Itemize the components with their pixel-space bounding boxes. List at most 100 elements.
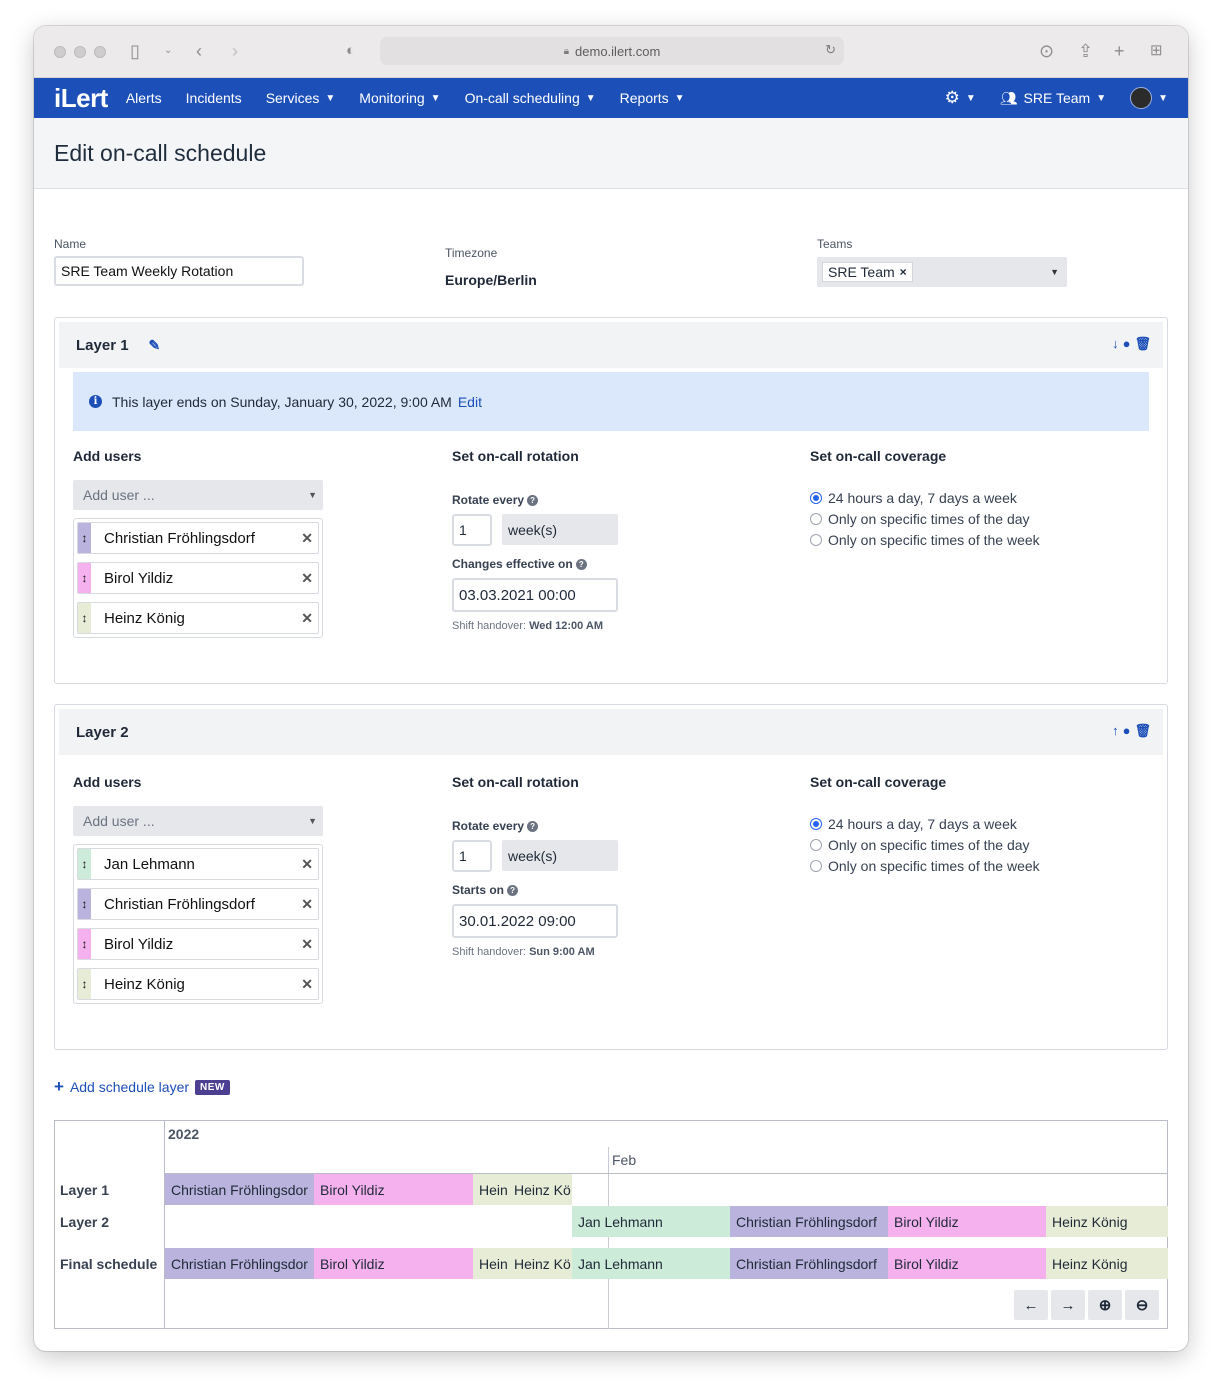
timeline-shift-layer1[interactable]: Hein	[473, 1174, 508, 1205]
coverage-option[interactable]: 24 hours a day, 7 days a week	[810, 490, 1017, 506]
user-menu[interactable]: ▼	[1130, 87, 1168, 109]
help-icon[interactable]: ?	[575, 558, 587, 570]
coverage-option[interactable]: 24 hours a day, 7 days a week	[810, 816, 1017, 832]
nav-monitoring[interactable]: Monitoring ▼	[359, 90, 440, 106]
team-tag-remove-icon[interactable]: ×	[900, 265, 907, 279]
zoom-in-button[interactable]: ⊕	[1088, 1290, 1122, 1320]
edit-end-link[interactable]: Edit	[458, 394, 482, 410]
timeline-shift-final[interactable]: Heinz Kö	[508, 1248, 572, 1279]
add-schedule-layer-link[interactable]: + Add schedule layer NEW	[54, 1077, 230, 1097]
rotate-every-input[interactable]: 1	[452, 840, 492, 872]
timeline-shift-final[interactable]: Heinz König	[1046, 1248, 1168, 1279]
minimize-window-button[interactable]	[74, 46, 86, 58]
user-row[interactable]: ↕ Heinz König ✕	[77, 968, 319, 1000]
previous-button[interactable]: ←	[1014, 1290, 1048, 1320]
teams-select[interactable]: SRE Team × ▼	[817, 257, 1067, 287]
chevron-down-icon[interactable]: ⌄	[164, 40, 172, 62]
user-row[interactable]: ↕ Jan Lehmann ✕	[77, 848, 319, 880]
user-row[interactable]: ↕ Christian Fröhlingsdorf ✕	[77, 522, 319, 554]
user-row[interactable]: ↕ Birol Yildiz ✕	[77, 562, 319, 594]
zoom-out-button[interactable]: ⊖	[1125, 1290, 1159, 1320]
name-input[interactable]: SRE Team Weekly Rotation	[54, 256, 304, 286]
new-tab-icon[interactable]: +	[1114, 40, 1125, 62]
sidebar-icon[interactable]: ▯	[130, 40, 140, 62]
radio-button[interactable]	[810, 534, 822, 546]
move-down-icon[interactable]: ↓	[1112, 336, 1119, 352]
circle-icon[interactable]: ●	[1123, 336, 1131, 352]
trash-icon[interactable]: 🗑︎	[1134, 336, 1151, 352]
drag-handle-icon[interactable]: ↕	[78, 523, 91, 553]
timeline-shift-layer1[interactable]: Birol Yildiz	[314, 1174, 473, 1205]
timeline-shift-final[interactable]: Christian Fröhlingsdorf	[730, 1248, 888, 1279]
help-icon[interactable]: ?	[527, 820, 539, 832]
back-icon[interactable]: ‹	[196, 40, 202, 62]
drag-handle-icon[interactable]: ↕	[78, 603, 91, 633]
timeline-shift-final[interactable]: Christian Fröhlingsdor	[165, 1248, 314, 1279]
drag-handle-icon[interactable]: ↕	[78, 969, 91, 999]
timeline-shift-layer2[interactable]: Birol Yildiz	[888, 1206, 1046, 1237]
settings-menu[interactable]: ⚙ ▼	[945, 88, 976, 108]
maximize-window-button[interactable]	[94, 46, 106, 58]
nav-incidents[interactable]: Incidents	[186, 90, 242, 106]
help-icon[interactable]: ?	[507, 884, 519, 896]
radio-button[interactable]	[810, 818, 822, 830]
nav-on-call-scheduling[interactable]: On-call scheduling ▼	[465, 90, 596, 106]
timeline-shift-final[interactable]: Jan Lehmann	[572, 1248, 730, 1279]
download-icon[interactable]: ⊙	[1039, 40, 1054, 62]
rotate-every-input[interactable]: 1	[452, 514, 492, 546]
reload-icon[interactable]: ↻	[825, 42, 836, 58]
timeline-shift-layer1[interactable]: Heinz Kö	[508, 1174, 572, 1205]
remove-user-icon[interactable]: ✕	[301, 976, 313, 993]
move-up-icon[interactable]: ↑	[1112, 723, 1119, 739]
user-row[interactable]: ↕ Birol Yildiz ✕	[77, 928, 319, 960]
radio-button[interactable]	[810, 860, 822, 872]
trash-icon[interactable]: 🗑︎	[1134, 723, 1151, 739]
radio-button[interactable]	[810, 492, 822, 504]
coverage-option[interactable]: Only on specific times of the week	[810, 532, 1040, 548]
drag-handle-icon[interactable]: ↕	[78, 563, 91, 593]
remove-user-icon[interactable]: ✕	[301, 896, 313, 913]
next-button[interactable]: →	[1051, 1290, 1085, 1320]
drag-handle-icon[interactable]: ↕	[78, 929, 91, 959]
add-user-select[interactable]: Add user ... ▼	[73, 806, 323, 836]
user-row[interactable]: ↕ Christian Fröhlingsdorf ✕	[77, 888, 319, 920]
tab-overview-icon[interactable]: ⊞	[1150, 40, 1163, 62]
timeline-shift-layer2[interactable]: Christian Fröhlingsdorf	[730, 1206, 888, 1237]
remove-user-icon[interactable]: ✕	[301, 530, 313, 547]
nav-alerts[interactable]: Alerts	[126, 90, 162, 106]
forward-icon[interactable]: ›	[232, 40, 238, 62]
starts-on-input[interactable]: 30.01.2022 09:00	[452, 904, 618, 938]
timeline-shift-layer2[interactable]: Jan Lehmann	[572, 1206, 730, 1237]
rotate-unit-select[interactable]: week(s)	[502, 514, 618, 545]
remove-user-icon[interactable]: ✕	[301, 936, 313, 953]
close-window-button[interactable]	[54, 46, 66, 58]
effective-date-input[interactable]: 03.03.2021 00:00	[452, 578, 618, 612]
coverage-option[interactable]: Only on specific times of the day	[810, 511, 1030, 527]
timeline-shift-final[interactable]: Birol Yildiz	[314, 1248, 473, 1279]
circle-icon[interactable]: ●	[1123, 723, 1131, 739]
share-icon[interactable]: ⇪	[1078, 40, 1093, 62]
pencil-icon[interactable]: ✎	[149, 337, 161, 354]
timeline-shift-layer1[interactable]: Christian Fröhlingsdor	[165, 1174, 314, 1205]
nav-services[interactable]: Services ▼	[266, 90, 336, 106]
drag-handle-icon[interactable]: ↕	[78, 849, 91, 879]
timeline-shift-layer2[interactable]: Heinz König	[1046, 1206, 1168, 1237]
timeline-shift-final[interactable]: Birol Yildiz	[888, 1248, 1046, 1279]
drag-handle-icon[interactable]: ↕	[78, 889, 91, 919]
help-icon[interactable]: ?	[527, 494, 539, 506]
user-row[interactable]: ↕ Heinz König ✕	[77, 602, 319, 634]
remove-user-icon[interactable]: ✕	[301, 610, 313, 627]
timeline-shift-final[interactable]: Hein	[473, 1248, 508, 1279]
radio-button[interactable]	[810, 513, 822, 525]
radio-button[interactable]	[810, 839, 822, 851]
remove-user-icon[interactable]: ✕	[301, 570, 313, 587]
remove-user-icon[interactable]: ✕	[301, 856, 313, 873]
coverage-option[interactable]: Only on specific times of the day	[810, 837, 1030, 853]
shield-icon[interactable]: ◐	[346, 40, 355, 62]
nav-reports[interactable]: Reports ▼	[620, 90, 685, 106]
rotate-unit-select[interactable]: week(s)	[502, 840, 618, 871]
add-user-select[interactable]: Add user ... ▼	[73, 480, 323, 510]
team-menu[interactable]: 👥︎ SRE Team ▼	[1000, 90, 1106, 107]
address-bar[interactable]: 🔒︎ demo.ilert.com ↻	[380, 37, 844, 65]
coverage-option[interactable]: Only on specific times of the week	[810, 858, 1040, 874]
